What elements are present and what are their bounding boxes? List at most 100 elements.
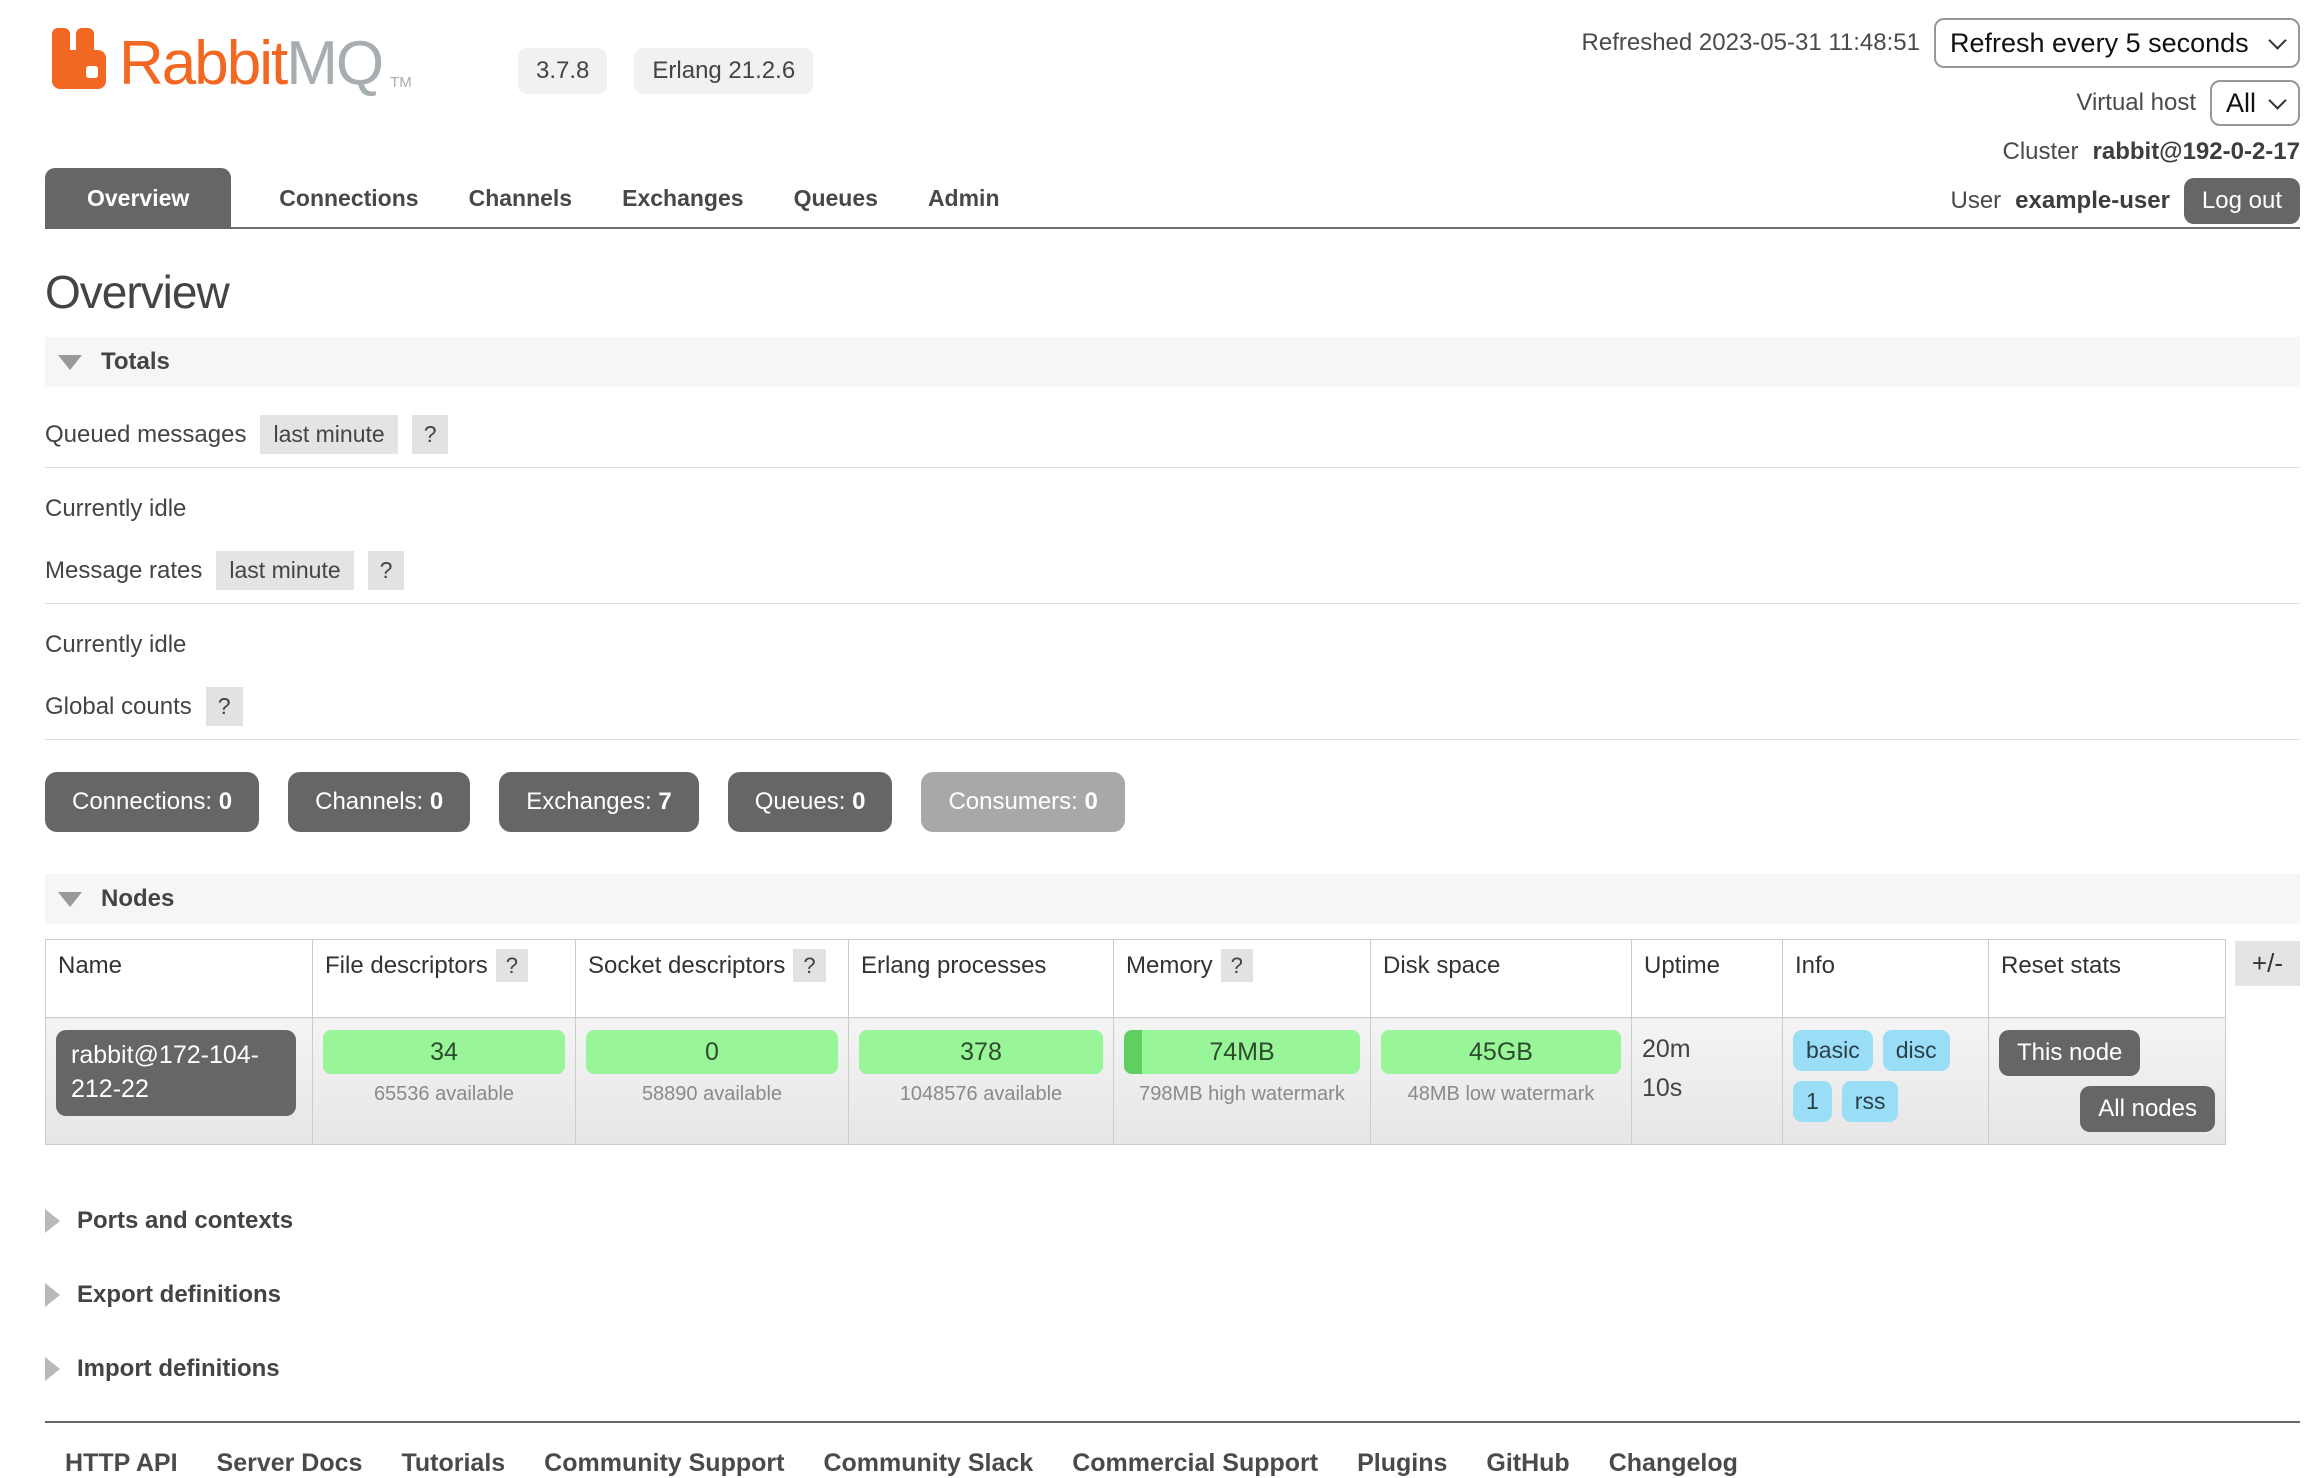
consumers-count-button[interactable]: Consumers: 0 xyxy=(921,772,1124,832)
info-tag-basic: basic xyxy=(1793,1030,1873,1071)
col-header-file-descriptors: File descriptors? xyxy=(313,940,576,1018)
memory-value: 74MB xyxy=(1209,1038,1274,1067)
col-header-uptime: Uptime xyxy=(1632,940,1783,1018)
disk-space-cell: 45GB 48MB low watermark xyxy=(1371,1018,1632,1145)
queues-count-button[interactable]: Queues: 0 xyxy=(728,772,893,832)
virtual-host-select[interactable]: All xyxy=(2210,80,2300,126)
cluster-label: Cluster xyxy=(2002,138,2078,166)
info-cell: basic disc 1 rss xyxy=(1783,1018,1989,1145)
footer-link-server-docs[interactable]: Server Docs xyxy=(217,1449,363,1478)
tab-exchanges[interactable]: Exchanges xyxy=(620,168,745,229)
user-row: User example-user Log out xyxy=(1951,178,2301,224)
tab-overview[interactable]: Overview xyxy=(45,168,231,229)
message-rates-status: Currently idle xyxy=(45,631,2300,659)
memory-bar: 74MB xyxy=(1124,1030,1360,1074)
ports-and-contexts-section[interactable]: Ports and contexts xyxy=(45,1207,2300,1235)
export-definitions-section[interactable]: Export definitions xyxy=(45,1281,2300,1309)
user-name: example-user xyxy=(2015,187,2170,215)
logo-wordmark: RabbitMQ xyxy=(119,33,382,95)
socket-descriptors-cell: 0 58890 available xyxy=(576,1018,849,1145)
rate-window-badge[interactable]: last minute xyxy=(260,415,397,454)
disk-space-value: 45GB xyxy=(1469,1038,1533,1067)
node-row: rabbit@172-104-212-22 34 65536 available… xyxy=(46,1018,2226,1145)
footer-link-plugins[interactable]: Plugins xyxy=(1357,1449,1447,1478)
nodes-section-header[interactable]: Nodes xyxy=(45,874,2300,924)
exchanges-count-label: Exchanges: xyxy=(526,788,658,815)
footer-links: HTTP API Server Docs Tutorials Community… xyxy=(65,1449,2300,1478)
uptime-cell: 20m 10s xyxy=(1632,1018,1783,1145)
logout-button[interactable]: Log out xyxy=(2184,178,2300,224)
col-header-name: Name xyxy=(46,940,313,1018)
file-descriptors-bar: 34 xyxy=(323,1030,565,1074)
exchanges-count-button[interactable]: Exchanges: 7 xyxy=(499,772,698,832)
queues-count-value: 0 xyxy=(852,788,865,815)
socket-descriptors-bar: 0 xyxy=(586,1030,838,1074)
help-icon[interactable]: ? xyxy=(206,687,243,726)
erlang-processes-available: 1048576 available xyxy=(859,1083,1103,1106)
footer-link-tutorials[interactable]: Tutorials xyxy=(401,1449,505,1478)
help-icon[interactable]: ? xyxy=(496,949,528,982)
version-badges: 3.7.8 Erlang 21.2.6 xyxy=(518,48,813,94)
totals-section-title: Totals xyxy=(101,348,170,376)
global-counts-heading: Global counts ? xyxy=(45,687,2300,740)
erlang-processes-cell: 378 1048576 available xyxy=(849,1018,1114,1145)
rabbitmq-logo[interactable]: RabbitMQ TM xyxy=(45,26,412,95)
global-counts-label: Global counts xyxy=(45,693,192,721)
rabbitmq-overview-page: RabbitMQ TM 3.7.8 Erlang 21.2.6 Refreshe… xyxy=(0,0,2320,1478)
reset-stats-cell: This node All nodes xyxy=(1989,1018,2226,1145)
help-icon[interactable]: ? xyxy=(1221,949,1253,982)
column-toggle-button[interactable]: +/- xyxy=(2235,941,2300,986)
reset-this-node-button[interactable]: This node xyxy=(1999,1030,2140,1076)
tab-admin[interactable]: Admin xyxy=(926,168,1002,229)
footer-link-github[interactable]: GitHub xyxy=(1486,1449,1569,1478)
help-icon[interactable]: ? xyxy=(368,551,405,590)
cluster-name: rabbit@192-0-2-17 xyxy=(2093,138,2300,166)
rate-window-badge[interactable]: last minute xyxy=(216,551,353,590)
footer-link-http-api[interactable]: HTTP API xyxy=(65,1449,178,1478)
disk-watermark: 48MB low watermark xyxy=(1381,1083,1621,1106)
logo-trademark: TM xyxy=(390,74,412,91)
erlang-processes-bar: 378 xyxy=(859,1030,1103,1074)
tab-connections[interactable]: Connections xyxy=(277,168,420,229)
chevron-down-icon xyxy=(2268,91,2286,109)
queued-messages-label: Queued messages xyxy=(45,421,246,449)
footer-link-community-slack[interactable]: Community Slack xyxy=(823,1449,1033,1478)
nodes-table-zone: +/- Name File descriptors? Socket descri… xyxy=(45,939,2300,1145)
rabbitmq-logo-icon xyxy=(45,26,111,95)
info-badges: basic disc 1 rss xyxy=(1793,1030,1969,1122)
refresh-row: Refreshed 2023-05-31 11:48:51 Refresh ev… xyxy=(1582,18,2300,68)
global-counts-buttons: Connections: 0 Channels: 0 Exchanges: 7 … xyxy=(45,772,2300,832)
node-name-badge[interactable]: rabbit@172-104-212-22 xyxy=(56,1030,296,1116)
channels-count-button[interactable]: Channels: 0 xyxy=(288,772,470,832)
user-label: User xyxy=(1951,187,2002,215)
virtual-host-label: Virtual host xyxy=(2076,89,2196,117)
footer-link-commercial-support[interactable]: Commercial Support xyxy=(1072,1449,1318,1478)
help-icon[interactable]: ? xyxy=(412,415,449,454)
footer-link-community-support[interactable]: Community Support xyxy=(544,1449,784,1478)
consumers-count-label: Consumers: xyxy=(948,788,1084,815)
queued-messages-status: Currently idle xyxy=(45,495,2300,523)
erlang-version-badge: Erlang 21.2.6 xyxy=(634,48,813,94)
nodes-section-title: Nodes xyxy=(101,885,174,913)
import-definitions-section[interactable]: Import definitions xyxy=(45,1355,2300,1383)
queued-messages-heading: Queued messages last minute ? xyxy=(45,415,2300,468)
reset-all-nodes-button[interactable]: All nodes xyxy=(2080,1086,2215,1132)
socket-descriptors-available: 58890 available xyxy=(586,1083,838,1106)
refresh-interval-select[interactable]: Refresh every 5 seconds xyxy=(1934,18,2300,68)
tab-queues[interactable]: Queues xyxy=(792,168,880,229)
footer: HTTP API Server Docs Tutorials Community… xyxy=(45,1421,2300,1478)
triangle-down-icon xyxy=(58,892,82,907)
tab-channels[interactable]: Channels xyxy=(467,168,575,229)
tab-bar: Overview Connections Channels Exchanges … xyxy=(45,168,1002,229)
totals-section-header[interactable]: Totals xyxy=(45,337,2300,387)
header-right: Refreshed 2023-05-31 11:48:51 Refresh ev… xyxy=(1582,18,2300,224)
footer-link-changelog[interactable]: Changelog xyxy=(1609,1449,1738,1478)
uptime-value: 20m 10s xyxy=(1642,1030,1722,1108)
logo-text-rabbit: Rabbit xyxy=(119,29,286,98)
col-header-info: Info xyxy=(1783,940,1989,1018)
memory-watermark: 798MB high watermark xyxy=(1124,1083,1360,1106)
connections-count-button[interactable]: Connections: 0 xyxy=(45,772,259,832)
triangle-right-icon xyxy=(45,1357,60,1381)
triangle-right-icon xyxy=(45,1283,60,1307)
help-icon[interactable]: ? xyxy=(793,949,825,982)
